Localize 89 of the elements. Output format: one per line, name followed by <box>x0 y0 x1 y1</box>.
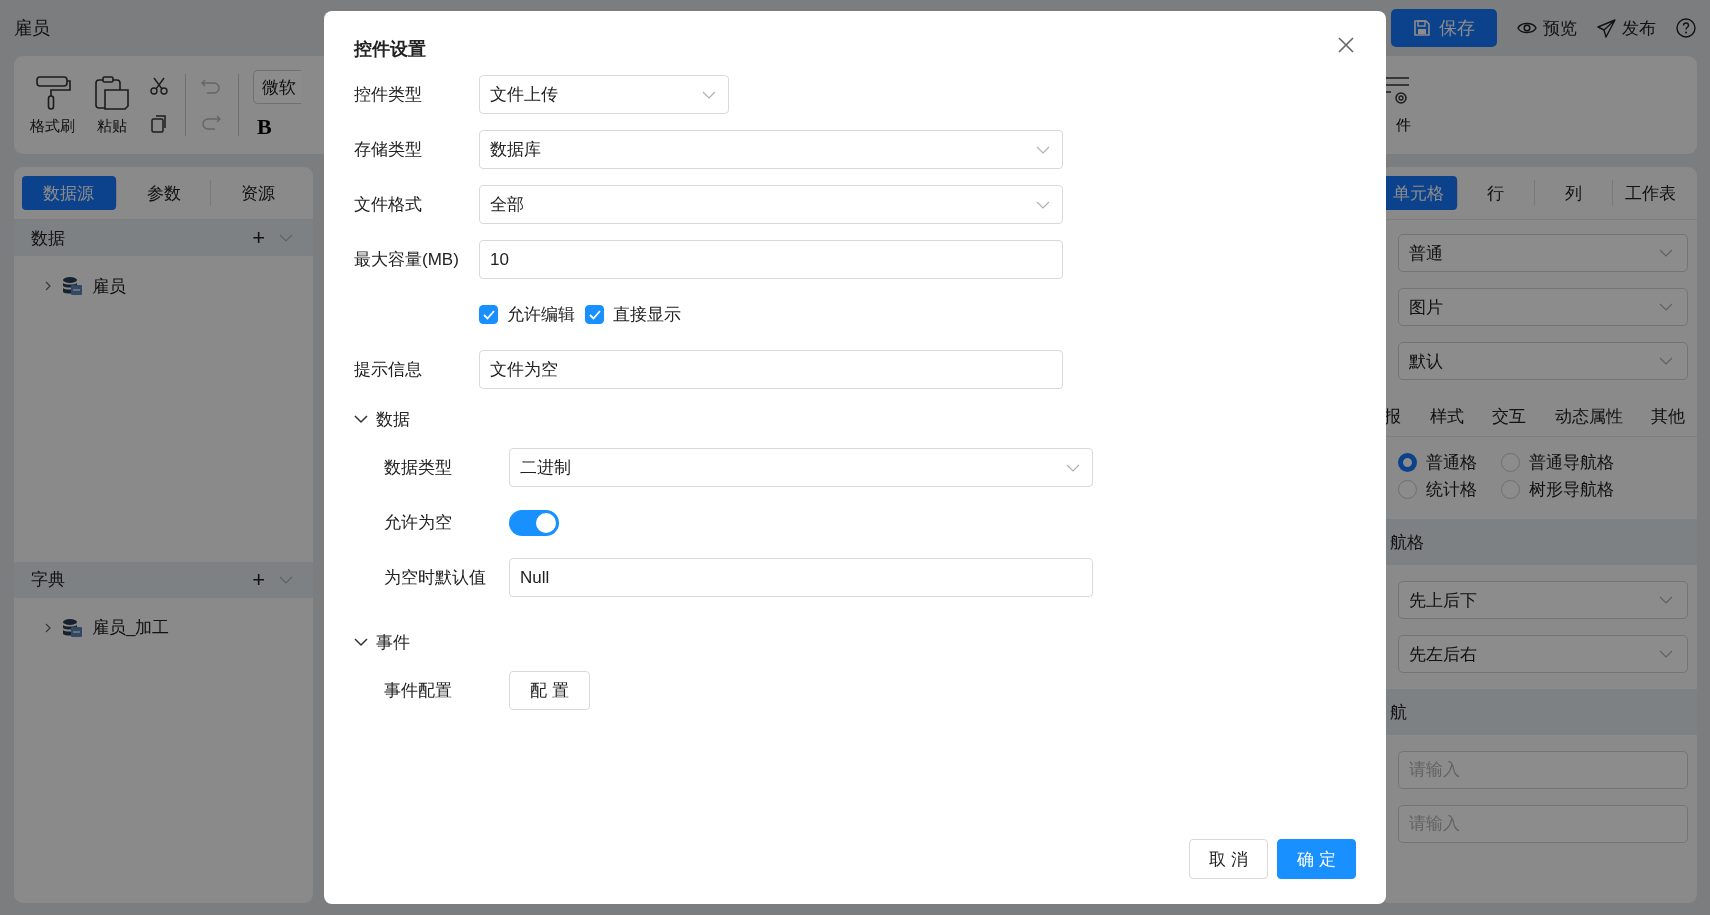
format-painter-button[interactable]: 格式刷 <box>30 74 75 136</box>
chevron-down-icon <box>1659 357 1673 365</box>
property-tab[interactable]: 交互 <box>1492 404 1526 428</box>
paper-plane-icon <box>1597 18 1616 38</box>
select-field[interactable]: 二进制 <box>509 448 1093 487</box>
event-button[interactable]: 件 <box>1381 75 1411 135</box>
panel-tab[interactable]: 参数 <box>116 176 211 210</box>
panel-tab[interactable]: 工作表 <box>1612 176 1689 210</box>
chevron-down-icon <box>1659 596 1673 604</box>
section-toggle[interactable]: 事件 <box>354 628 410 656</box>
field-label: 允许为空 <box>384 512 453 534</box>
field-label: 为空时默认值 <box>384 567 487 589</box>
field-label: 事件配置 <box>384 680 453 702</box>
copy-icon[interactable] <box>150 114 168 134</box>
section-title: 航格 <box>1390 531 1425 554</box>
eye-icon <box>1517 21 1537 35</box>
paste-button[interactable]: 粘贴 <box>93 74 131 136</box>
panel-tab[interactable]: 行 <box>1457 176 1534 210</box>
panel-tab[interactable]: 资源 <box>211 176 305 210</box>
input-field[interactable]: 文件为空 <box>479 350 1063 389</box>
select-field[interactable]: 普通 <box>1398 234 1688 272</box>
clipboard-icon <box>93 74 131 111</box>
checkmark-icon <box>482 309 495 320</box>
help-icon[interactable] <box>1676 18 1696 38</box>
field-label: 数据类型 <box>384 457 453 479</box>
field-label: 控件类型 <box>354 84 423 106</box>
property-tab[interactable]: 其他 <box>1651 404 1685 428</box>
select-field[interactable]: 先上后下 <box>1398 581 1688 619</box>
confirm-button[interactable]: 确 定 <box>1277 839 1356 879</box>
section-title: 字典 <box>31 569 66 591</box>
radio-option[interactable]: 树形导航格 <box>1501 478 1688 501</box>
tree-item[interactable]: 雇员_加工 <box>92 616 170 639</box>
field-label: 文件格式 <box>354 194 423 216</box>
select-field[interactable]: 图片 <box>1398 288 1688 326</box>
section-title: 数据 <box>31 227 66 250</box>
scissors-icon[interactable] <box>149 76 169 96</box>
select-field[interactable]: 文件上传 <box>479 75 729 114</box>
property-tab[interactable]: 报 <box>1384 404 1401 428</box>
panel-tab[interactable]: 数据源 <box>22 176 116 210</box>
add-button[interactable]: + <box>252 568 265 591</box>
radio-option[interactable]: 统计格 <box>1398 478 1501 501</box>
configure-button[interactable]: 配 置 <box>509 671 590 710</box>
dialog-title: 控件设置 <box>354 38 426 61</box>
chevron-down-icon <box>354 637 368 647</box>
chevron-down-icon <box>279 575 293 584</box>
page-title: 雇员 <box>14 17 50 40</box>
chevron-down-icon <box>1036 200 1050 209</box>
field-label: 最大容量(MB) <box>354 249 460 271</box>
chevron-right-icon[interactable] <box>44 622 52 633</box>
property-tab[interactable]: 动态属性 <box>1554 404 1623 428</box>
add-button[interactable]: + <box>252 227 265 249</box>
select-field[interactable]: 全部 <box>479 185 1063 224</box>
section-title: 航 <box>1390 701 1408 724</box>
checkbox[interactable]: 允许编辑 <box>479 303 575 326</box>
chevron-down-icon <box>702 90 716 99</box>
close-icon[interactable] <box>1336 35 1356 55</box>
database-icon <box>62 276 82 296</box>
chevron-down-icon <box>354 414 368 424</box>
section-toggle[interactable]: 数据 <box>354 405 410 433</box>
font-select[interactable]: 微软 <box>253 70 301 104</box>
panel-tab[interactable]: 列 <box>1535 176 1612 210</box>
chevron-down-icon <box>279 234 293 242</box>
tree-item[interactable]: 雇员 <box>92 274 126 298</box>
input-field[interactable]: Null <box>509 558 1093 597</box>
chevron-down-icon <box>1036 145 1050 154</box>
select-field[interactable]: 先左后右 <box>1398 635 1688 673</box>
field-label: 存储类型 <box>354 139 423 161</box>
save-button[interactable]: 保存 <box>1391 9 1497 47</box>
preview-button[interactable]: 预览 <box>1517 16 1577 40</box>
input-field[interactable]: 10 <box>479 240 1063 279</box>
field-label: 提示信息 <box>354 359 423 381</box>
chevron-down-icon <box>1659 650 1673 658</box>
database-icon <box>62 617 82 638</box>
radio-option[interactable]: 普通格 <box>1398 451 1501 474</box>
property-tab[interactable]: 样式 <box>1429 404 1464 428</box>
save-icon <box>1413 19 1431 37</box>
checkbox[interactable]: 直接显示 <box>585 303 681 326</box>
select-field[interactable]: 数据库 <box>479 130 1063 169</box>
cancel-button[interactable]: 取 消 <box>1189 839 1268 879</box>
chevron-right-icon[interactable] <box>44 281 52 291</box>
chevron-down-icon <box>1659 303 1673 311</box>
chevron-down-icon <box>1659 249 1673 257</box>
select-field[interactable]: 默认 <box>1398 342 1688 380</box>
checkmark-icon <box>588 309 601 320</box>
radio-option[interactable]: 普通导航格 <box>1501 451 1688 474</box>
chevron-down-icon <box>1066 463 1080 472</box>
publish-button[interactable]: 发布 <box>1597 16 1656 40</box>
bold-button[interactable]: B <box>253 114 301 140</box>
toggle-switch[interactable] <box>509 509 559 536</box>
